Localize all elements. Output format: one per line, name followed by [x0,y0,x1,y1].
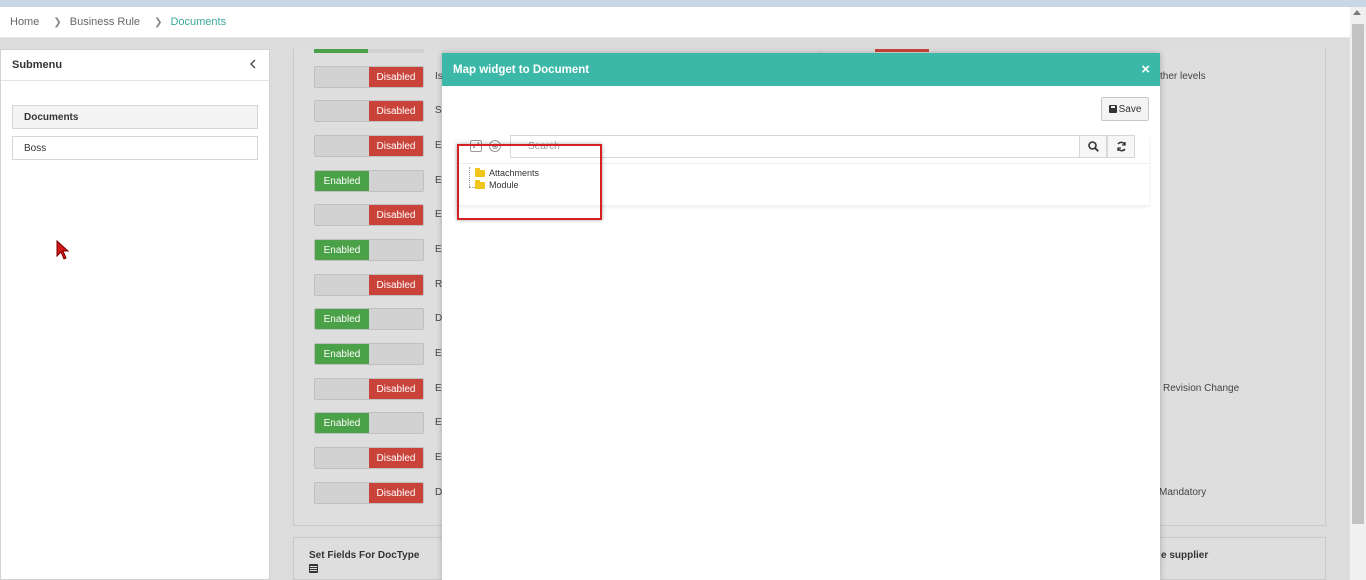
toggle-switch[interactable]: Disabled [314,378,424,400]
submenu-item-boss[interactable]: Boss [12,136,258,160]
section-title-supplier: e supplier [1161,550,1209,561]
toggle-label: Enabled [315,171,369,191]
refresh-button[interactable] [1107,135,1135,158]
toggle-switch[interactable]: Disabled [314,274,424,296]
row-label: E [435,244,442,255]
toggle-label: Disabled [369,483,423,503]
right-label-mandatory: Mandatory [1159,487,1207,498]
toggle-partial-enabled [314,49,368,53]
toggle-switch[interactable]: Disabled [314,204,424,226]
right-label-revision: Revision Change [1163,383,1240,394]
map-widget-modal: Map widget to Document × Save ⤢ ⊕ Search… [442,53,1160,580]
row-label: E [435,175,442,186]
toggle-switch[interactable]: Disabled [314,447,424,469]
search-icon [1087,141,1099,152]
breadcrumb-home[interactable]: Home [10,16,39,28]
submenu-panel: Submenu Documents Boss [0,49,270,580]
toggle-switch[interactable]: Enabled [314,239,424,261]
toggle-switch[interactable]: Disabled [314,100,424,122]
list-icon[interactable] [309,564,318,573]
submenu-header: Submenu [1,50,269,81]
row-label: E [435,140,442,151]
breadcrumb-documents[interactable]: Documents [170,16,226,28]
scroll-up-arrow-icon[interactable] [1353,10,1361,15]
toggle-partial-track [368,49,424,53]
toggle-label: Disabled [369,101,423,121]
row-label: S [435,105,442,116]
scrollbar-thumb[interactable] [1352,24,1364,524]
toggle-label: Enabled [315,344,369,364]
modal-header: Map widget to Document × [442,53,1160,86]
close-icon[interactable]: × [1141,62,1150,77]
toggle-partial-disabled [875,49,929,52]
save-button-label: Save [1118,103,1142,115]
right-label-levels: ther levels [1160,71,1206,82]
row-label: E [435,417,442,428]
chevron-left-icon[interactable] [249,58,257,72]
toggle-label: Disabled [369,379,423,399]
row-label: E [435,209,442,220]
submenu-item-documents[interactable]: Documents [12,105,258,129]
search-button[interactable] [1079,135,1107,158]
floppy-disk-icon [1108,105,1117,113]
toggle-label: Disabled [369,205,423,225]
chevron-right-icon: ❯ [53,16,62,28]
modal-title: Map widget to Document [453,63,590,76]
toggle-label: Enabled [315,240,369,260]
chevron-right-icon: ❯ [154,16,163,28]
toggle-switch[interactable]: Enabled [314,170,424,192]
section-title-doctype: Set Fields For DocType [309,550,420,561]
submenu-title: Submenu [12,59,63,71]
toggle-label: Disabled [369,67,423,87]
browser-top-strip [0,0,1366,7]
toggle-switch[interactable]: Enabled [314,343,424,365]
toggle-label: Enabled [315,413,369,433]
breadcrumb: Home ❯ Business Rule ❯ Documents [0,7,1350,38]
row-label: E [435,348,442,359]
refresh-icon [1116,141,1126,152]
breadcrumb-business-rule[interactable]: Business Rule [70,16,140,28]
row-label: E [435,452,442,463]
highlight-annotation-box [457,144,602,220]
row-label: E [435,383,442,394]
toggle-switch[interactable]: Disabled [314,135,424,157]
toggle-label: Disabled [369,136,423,156]
save-button[interactable]: Save [1101,97,1149,121]
mouse-cursor-icon [56,239,70,265]
toggle-label: Enabled [315,309,369,329]
toggle-switch[interactable]: Enabled [314,412,424,434]
toggle-switch[interactable]: Disabled [314,66,424,88]
toggle-switch[interactable]: Enabled [314,308,424,330]
toggle-label: Disabled [369,275,423,295]
toggle-label: Disabled [369,448,423,468]
toggle-switch[interactable]: Disabled [314,482,424,504]
